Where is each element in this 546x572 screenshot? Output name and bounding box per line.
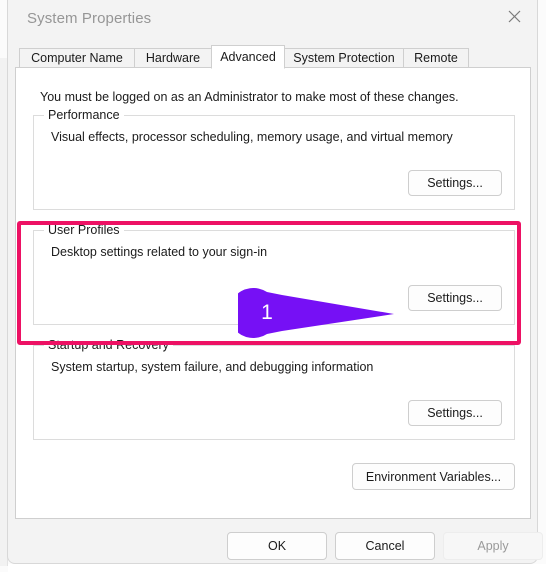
button-label: Cancel — [365, 539, 405, 553]
button-label: Settings... — [427, 406, 483, 420]
startup-recovery-description: System startup, system failure, and debu… — [51, 360, 374, 374]
button-label: Environment Variables... — [365, 469, 502, 484]
ok-button[interactable]: OK — [227, 532, 327, 560]
button-label: Settings... — [427, 291, 483, 305]
tab-label: Computer Name — [31, 51, 123, 65]
performance-description: Visual effects, processor scheduling, me… — [51, 130, 453, 144]
window-title: System Properties — [27, 10, 152, 27]
tab-advanced[interactable]: Advanced — [211, 45, 285, 69]
tab-label: System Protection — [293, 51, 395, 65]
button-label: Apply — [477, 539, 509, 553]
startup-recovery-group: Startup and Recovery System startup, sys… — [33, 338, 515, 440]
user-profiles-description: Desktop settings related to your sign-in — [51, 245, 268, 259]
tab-hardware[interactable]: Hardware — [134, 48, 212, 68]
background-window-content — [8, 564, 546, 572]
dialog-footer: OK Cancel Apply — [8, 519, 543, 564]
cancel-button[interactable]: Cancel — [335, 532, 435, 560]
tab-label: Remote — [414, 51, 458, 65]
title-bar: System Properties — [8, 0, 537, 40]
startup-recovery-group-label: Startup and Recovery — [44, 338, 173, 352]
button-label: Settings... — [427, 176, 483, 190]
environment-variables-button[interactable]: Environment Variables... — [352, 463, 515, 490]
annotation-callout-arrow: 1 — [238, 288, 398, 338]
button-label: OK — [267, 539, 287, 553]
user-profiles-settings-button[interactable]: Settings... — [408, 285, 502, 311]
tab-system-protection[interactable]: System Protection — [284, 48, 404, 68]
system-properties-dialog: System Properties Computer Name Hardware… — [7, 0, 543, 564]
tab-label: Hardware — [145, 51, 201, 65]
annotation-step-number: 1 — [261, 301, 273, 324]
performance-group-label: Performance — [44, 108, 124, 122]
close-icon[interactable] — [492, 0, 537, 32]
screenshot-root: System Properties Computer Name Hardware… — [0, 0, 546, 572]
administrator-note: You must be logged on as an Administrato… — [40, 90, 459, 104]
tab-label: Advanced — [220, 50, 276, 64]
apply-button: Apply — [443, 532, 543, 560]
tab-strip: Computer Name Hardware Advanced System P… — [15, 45, 531, 69]
startup-recovery-settings-button[interactable]: Settings... — [408, 400, 502, 426]
tab-computer-name[interactable]: Computer Name — [19, 48, 135, 68]
performance-group: Performance Visual effects, processor sc… — [33, 108, 515, 210]
user-profiles-group-label: User Profiles — [44, 223, 124, 237]
tab-remote[interactable]: Remote — [403, 48, 469, 68]
performance-settings-button[interactable]: Settings... — [408, 170, 502, 196]
